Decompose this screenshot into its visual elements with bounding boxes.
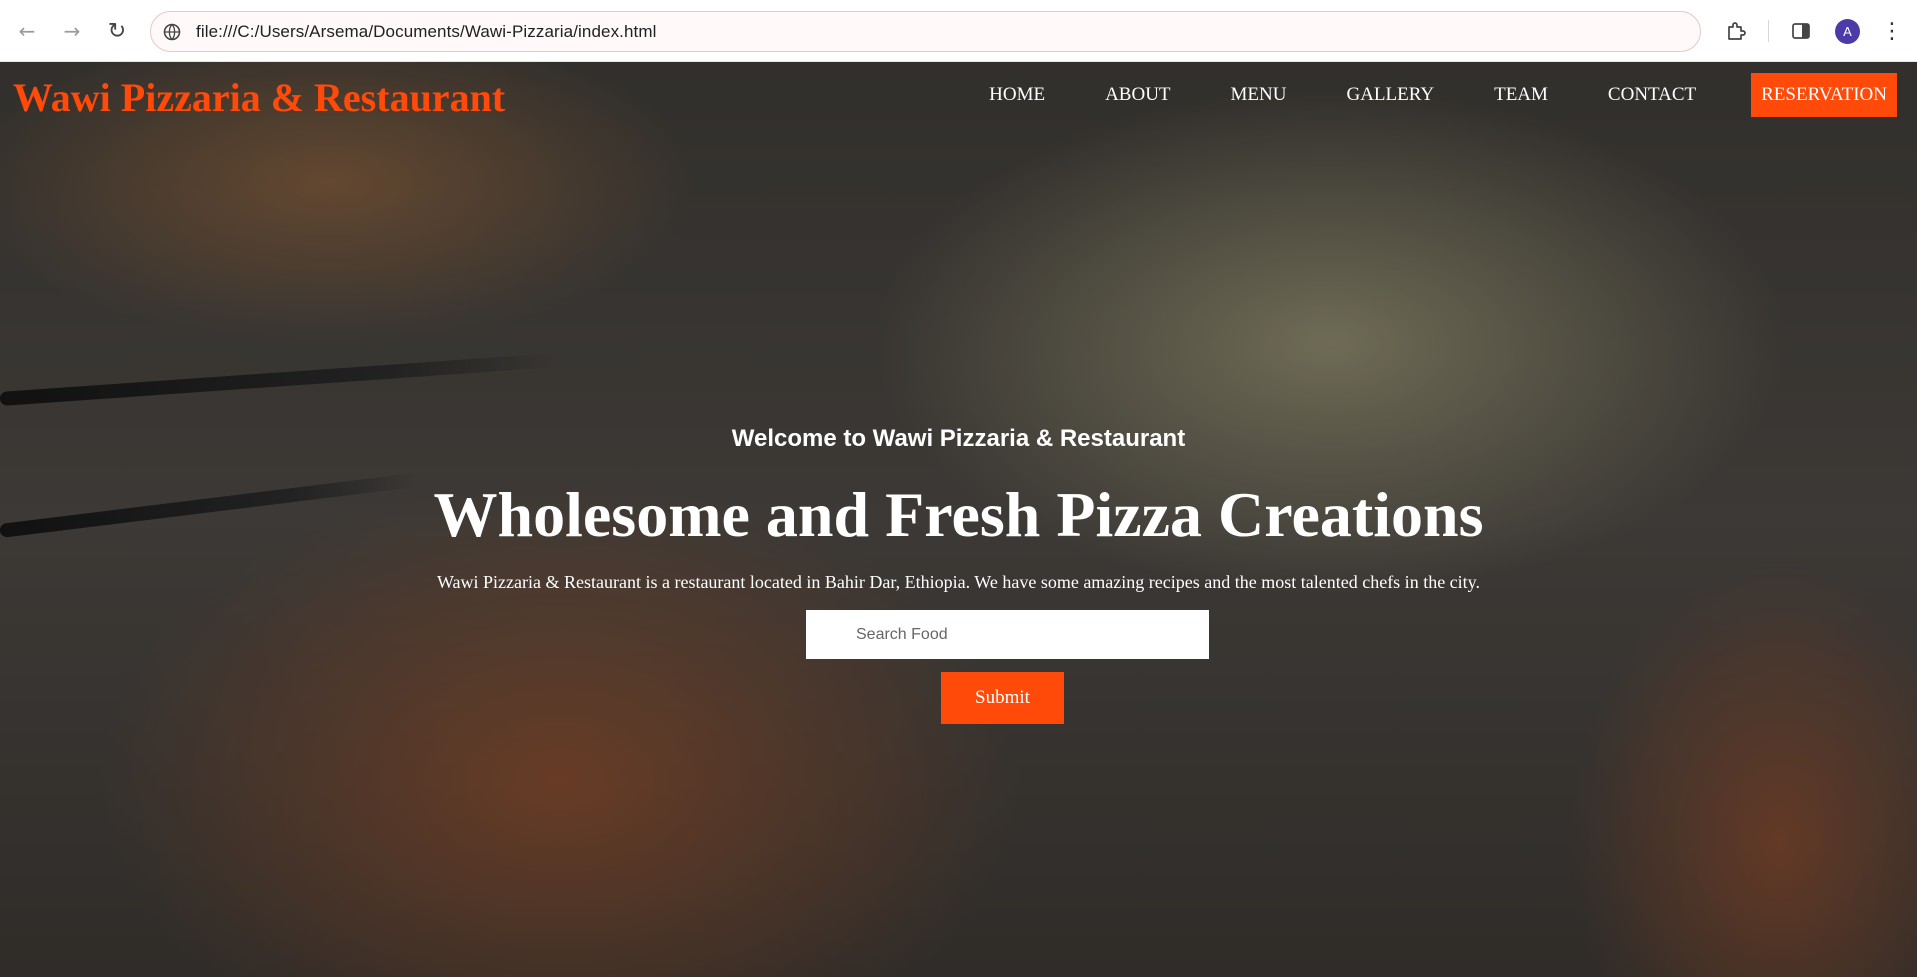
profile-avatar[interactable]: A (1835, 19, 1860, 44)
extensions-puzzle-icon[interactable] (1721, 16, 1751, 46)
submit-button[interactable]: Submit (941, 672, 1064, 724)
reservation-button[interactable]: RESERVATION (1751, 73, 1897, 117)
reload-icon[interactable]: ↻ (102, 16, 132, 46)
hero-title: Wholesome and Fresh Pizza Creations (433, 479, 1484, 550)
hero-description: Wawi Pizzaria & Restaurant is a restaura… (436, 572, 1480, 592)
search-food-input[interactable] (806, 610, 1209, 659)
site-logo[interactable]: Wawi Pizzaria & Restaurant (13, 74, 505, 121)
back-arrow-icon[interactable]: ← (12, 16, 42, 46)
browser-toolbar: ← → ↻ file:///C:/Users/Arsema/Documents/… (0, 0, 1917, 62)
site-info-icon[interactable] (161, 21, 183, 43)
forward-arrow-icon[interactable]: → (57, 16, 87, 46)
url-text[interactable]: file:///C:/Users/Arsema/Documents/Wawi-P… (196, 22, 657, 42)
side-panel-icon[interactable] (1786, 16, 1816, 46)
address-bar[interactable]: file:///C:/Users/Arsema/Documents/Wawi-P… (150, 11, 1701, 52)
more-menu-icon[interactable]: ⋮ (1877, 16, 1907, 46)
nav-gallery[interactable]: GALLERY (1346, 84, 1434, 106)
main-nav: HOME ABOUT MENU GALLERY TEAM CONTACT RES… (989, 73, 1897, 117)
nav-contact[interactable]: CONTACT (1608, 84, 1696, 106)
nav-about[interactable]: ABOUT (1105, 84, 1170, 106)
hero-section: Wawi Pizzaria & Restaurant HOME ABOUT ME… (0, 62, 1917, 977)
hero-welcome-text: Welcome to Wawi Pizzaria & Restaurant (731, 425, 1186, 452)
nav-menu[interactable]: MENU (1231, 84, 1287, 106)
nav-home[interactable]: HOME (989, 84, 1045, 106)
nav-team[interactable]: TEAM (1494, 84, 1548, 106)
toolbar-divider (1768, 20, 1769, 42)
